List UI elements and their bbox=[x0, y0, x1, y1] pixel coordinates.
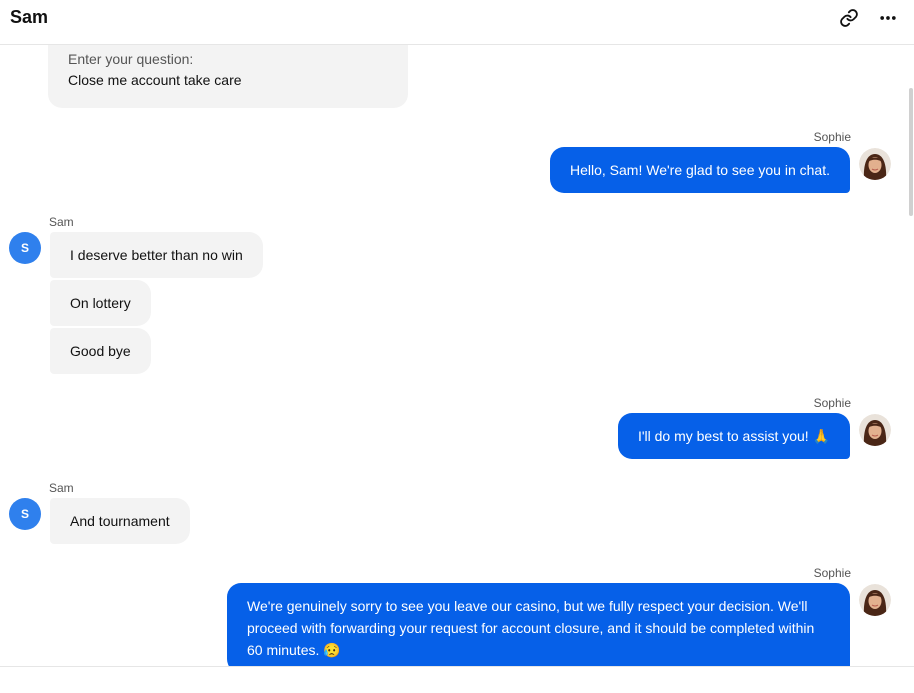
agent-message-bubble: We're genuinely sorry to see you leave o… bbox=[227, 583, 850, 666]
copy-link-button[interactable] bbox=[836, 6, 862, 30]
more-options-button[interactable] bbox=[875, 6, 901, 30]
agent-avatar-photo bbox=[859, 584, 891, 616]
question-form-label: Enter your question: bbox=[68, 51, 194, 67]
user-avatar: S bbox=[9, 232, 41, 264]
user-message-bubble: I deserve better than no win bbox=[50, 232, 263, 278]
question-form-bubble: Enter your question: Close me account ta… bbox=[48, 45, 408, 108]
message-list[interactable]: Enter your question: Close me account ta… bbox=[0, 45, 914, 666]
more-horizontal-icon bbox=[880, 16, 896, 20]
chat-scrollbar[interactable] bbox=[909, 88, 913, 216]
agent-avatar-photo bbox=[859, 148, 891, 180]
sender-name: Sam bbox=[49, 215, 74, 229]
chat-title: Sam bbox=[10, 7, 49, 27]
user-message-bubble: Good bye bbox=[50, 328, 151, 374]
sender-name: Sophie bbox=[813, 566, 851, 580]
link-icon bbox=[840, 9, 858, 27]
agent-message-bubble: Hello, Sam! We're glad to see you in cha… bbox=[550, 147, 850, 193]
user-avatar: S bbox=[9, 498, 41, 530]
sender-name: Sophie bbox=[813, 396, 851, 410]
agent-avatar-photo bbox=[859, 414, 891, 446]
sender-name: Sam bbox=[49, 481, 74, 495]
user-message-bubble: And tournament bbox=[50, 498, 190, 544]
chat-header: Sam bbox=[0, 0, 914, 45]
composer-divider bbox=[0, 666, 914, 667]
user-message-bubble: On lottery bbox=[50, 280, 151, 326]
agent-message-bubble: I'll do my best to assist you! 🙏 bbox=[617, 413, 850, 459]
question-form-value: Close me account take care bbox=[68, 72, 242, 88]
sender-name: Sophie bbox=[813, 130, 851, 144]
